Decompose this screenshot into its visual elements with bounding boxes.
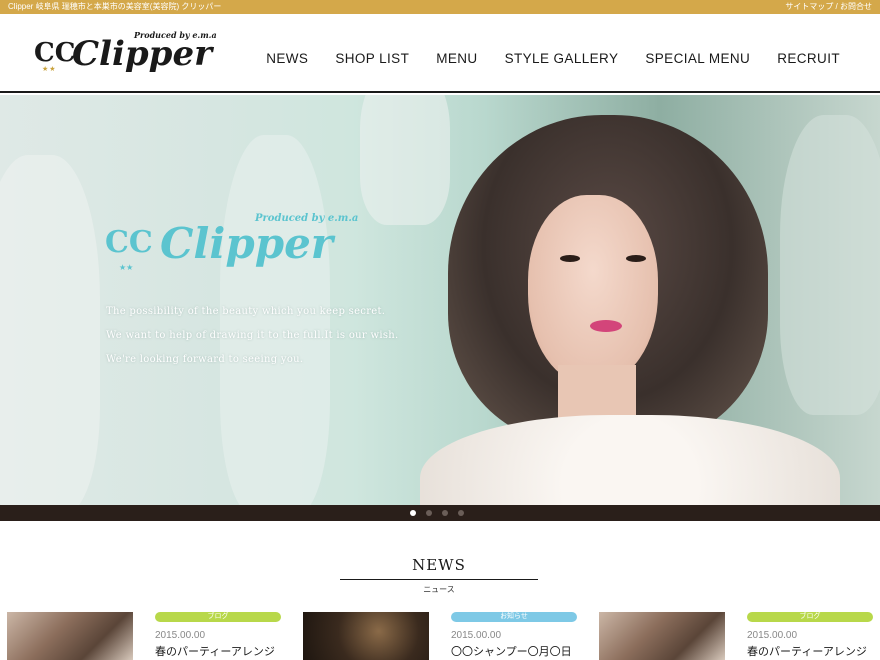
news-title: NEWS — [412, 556, 466, 574]
news-section-heading: NEWS ニュース — [340, 556, 538, 595]
hero-logo-stars-icon: ★★ — [119, 263, 134, 272]
news-title-link[interactable]: 春のパーティーアレンジ — [155, 643, 287, 659]
news-thumbnail[interactable] — [7, 612, 133, 660]
nav-recruit[interactable]: RECRUIT — [777, 51, 840, 66]
site-tagline: Clipper 岐阜県 瑞穂市と本巣市の美容室(美容院) クリッパー — [8, 2, 222, 11]
news-category-badge: ブログ — [747, 612, 873, 622]
slider-dots — [410, 510, 464, 516]
logo-stars-icon: ★★ — [42, 66, 57, 73]
news-title-link[interactable]: 〇〇シャンプー〇月〇日 — [451, 643, 583, 659]
hero-logo-wordmark: Clipper — [160, 219, 333, 268]
news-date: 2015.00.00 — [451, 630, 502, 641]
news-subtitle: ニュース — [423, 585, 455, 594]
hero-copy-line: We want to help of drawing it to the ful… — [106, 330, 399, 341]
logo-mark: CC — [34, 38, 75, 68]
hero-copy-line: The possibility of the beauty which you … — [106, 306, 386, 317]
news-info: ブログ 2015.00.00 春のパーティーアレンジ — [747, 612, 879, 659]
news-info: お知らせ 2015.00.00 〇〇シャンプー〇月〇日 — [451, 612, 583, 659]
site-logo[interactable]: CC ★★ Produced by e.m.a Clipper — [34, 30, 234, 82]
nav-style-gallery[interactable]: STYLE GALLERY — [505, 51, 619, 66]
logo-mark-text: CC — [34, 38, 76, 68]
hero-copy: The possibility of the beauty which you … — [106, 300, 426, 372]
nav-special-menu[interactable]: SPECIAL MENU — [645, 51, 750, 66]
logo-wordmark: Clipper — [72, 34, 212, 74]
hero-slider[interactable]: CC ★★ Produced by e.m.a Clipper The poss… — [0, 95, 880, 505]
news-title-link[interactable]: 春のパーティーアレンジ — [747, 643, 879, 659]
nav-menu[interactable]: MENU — [436, 51, 477, 66]
main-nav: NEWS SHOP LIST MENU STYLE GALLERY SPECIA… — [266, 51, 840, 66]
news-thumbnail[interactable] — [303, 612, 429, 660]
news-thumbnail[interactable] — [599, 612, 725, 660]
hero-model-image — [420, 115, 840, 505]
slider-pagination-bar — [0, 505, 880, 521]
news-date: 2015.00.00 — [747, 630, 798, 641]
curtain-decoration — [0, 155, 100, 505]
news-item[interactable]: お知らせ 2015.00.00 〇〇シャンプー〇月〇日 — [303, 612, 583, 660]
news-info: ブログ 2015.00.00 春のパーティーアレンジ — [155, 612, 287, 659]
news-item[interactable]: ブログ 2015.00.00 春のパーティーアレンジ — [599, 612, 879, 660]
nav-news[interactable]: NEWS — [266, 51, 308, 66]
site-header: CC ★★ Produced by e.m.a Clipper NEWS SHO… — [0, 14, 880, 93]
slider-dot-3[interactable] — [442, 510, 448, 516]
news-category-badge: お知らせ — [451, 612, 577, 622]
news-item[interactable]: ブログ 2015.00.00 春のパーティーアレンジ — [7, 612, 287, 660]
top-bar: Clipper 岐阜県 瑞穂市と本巣市の美容室(美容院) クリッパー サイトマッ… — [0, 0, 880, 14]
hero-logo-mark: CC — [105, 225, 153, 260]
sitemap-contact-link[interactable]: サイトマップ / お問合せ — [785, 2, 872, 11]
slider-dot-1[interactable] — [410, 510, 416, 516]
slider-dot-2[interactable] — [426, 510, 432, 516]
hero-copy-line: We're looking forward to seeing you. — [106, 354, 304, 365]
hero-logo: CC ★★ Produced by e.m.a Clipper — [105, 213, 365, 277]
news-date: 2015.00.00 — [155, 630, 206, 641]
news-divider — [340, 579, 538, 580]
slider-dot-4[interactable] — [458, 510, 464, 516]
nav-shop-list[interactable]: SHOP LIST — [335, 51, 409, 66]
news-category-badge: ブログ — [155, 612, 281, 622]
utility-links[interactable]: サイトマップ / お問合せ — [785, 0, 872, 14]
